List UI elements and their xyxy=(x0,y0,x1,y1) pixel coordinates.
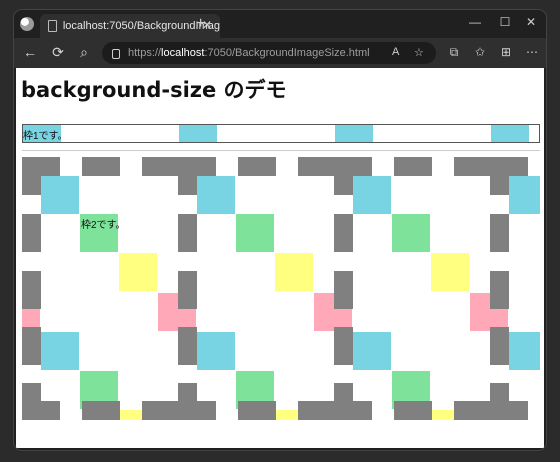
close-window-button[interactable]: ✕ xyxy=(516,15,546,29)
pattern-square xyxy=(394,401,432,420)
pattern-square xyxy=(490,401,528,420)
search-icon[interactable]: ⌕ xyxy=(74,44,94,61)
minimize-button[interactable]: — xyxy=(460,15,490,29)
pattern-square xyxy=(334,271,353,309)
address-bar[interactable]: https://localhost:7050/BackgroundImageSi… xyxy=(102,42,436,64)
browser-tab[interactable]: localhost:7050/BackgroundImag ✕ xyxy=(40,14,220,38)
lock-icon[interactable] xyxy=(112,49,120,59)
pattern-tile xyxy=(490,157,540,420)
url-path: :7050/BackgroundImageSize.html xyxy=(204,47,370,59)
pattern-square xyxy=(82,157,120,176)
pattern-square xyxy=(490,214,509,252)
pattern-square xyxy=(334,327,353,365)
pattern-square xyxy=(178,327,197,365)
pattern-square xyxy=(275,253,313,291)
page-icon xyxy=(48,20,57,32)
more-menu-icon[interactable]: ⋯ xyxy=(522,45,542,59)
pattern-square xyxy=(394,157,432,176)
pattern-square xyxy=(454,157,492,176)
pattern-square xyxy=(431,253,469,291)
pattern-square xyxy=(334,214,353,252)
pattern-square xyxy=(334,401,372,420)
split-screen-icon[interactable]: ⧉ xyxy=(444,45,464,60)
refresh-button[interactable]: ⟳ xyxy=(48,44,68,61)
new-tab-button[interactable]: + xyxy=(196,15,205,33)
browser-window: localhost:7050/BackgroundImag ✕ + — ☐ ✕ … xyxy=(14,10,546,450)
pattern-square xyxy=(178,401,216,420)
pattern-square xyxy=(334,157,353,195)
favorite-star-icon[interactable]: ☆ xyxy=(414,46,424,59)
favorites-icon[interactable]: ✩ xyxy=(470,45,490,59)
pattern-square xyxy=(142,157,180,176)
frame2-box: 枠2です。 xyxy=(22,157,540,420)
pattern-tile xyxy=(334,157,508,420)
pattern-square xyxy=(41,176,79,214)
url-prefix: https:// xyxy=(128,47,162,59)
pattern-square xyxy=(22,214,41,252)
url-host: localhost xyxy=(161,47,205,59)
pattern-square xyxy=(236,214,274,252)
pattern-tile xyxy=(22,157,196,420)
pattern-square xyxy=(197,176,235,214)
pattern-square xyxy=(238,401,276,420)
pattern-square xyxy=(490,157,509,195)
navigation-bar: ← ⟳ ⌕ https://localhost:7050/BackgroundI… xyxy=(14,38,546,68)
pattern-square xyxy=(298,157,336,176)
pattern-square xyxy=(22,327,41,365)
pattern-square xyxy=(178,157,197,195)
pattern-square xyxy=(178,271,197,309)
pattern-square xyxy=(454,401,492,420)
pattern-square xyxy=(509,332,540,370)
page-title: background-size のデモ xyxy=(21,78,287,102)
read-aloud-icon[interactable]: A xyxy=(392,46,399,58)
frame1-box: 枠1です。 xyxy=(22,124,540,143)
pattern-square xyxy=(197,332,235,370)
pattern-square xyxy=(490,271,509,309)
divider xyxy=(22,150,540,151)
pattern-square xyxy=(142,401,180,420)
pattern-square xyxy=(238,157,276,176)
url-text: https://localhost:7050/BackgroundImageSi… xyxy=(128,47,370,59)
pattern-square xyxy=(41,332,79,370)
pattern-square xyxy=(22,157,41,195)
pattern-square xyxy=(82,401,120,420)
profile-icon[interactable] xyxy=(20,17,34,31)
collections-icon[interactable]: ⊞ xyxy=(496,45,516,59)
pattern-square xyxy=(298,401,336,420)
pattern-tile xyxy=(178,157,352,420)
pattern-square xyxy=(392,214,430,252)
pattern-square xyxy=(353,332,391,370)
frame1-label: 枠1です。 xyxy=(23,131,68,142)
frame2-label: 枠2です。 xyxy=(81,220,126,231)
pattern-square xyxy=(22,401,60,420)
pattern-square xyxy=(353,176,391,214)
page-viewport: background-size のデモ 枠1です。 枠2です。 xyxy=(16,68,544,448)
tab-bar: localhost:7050/BackgroundImag ✕ + — ☐ ✕ xyxy=(14,10,546,38)
back-button[interactable]: ← xyxy=(20,44,40,60)
pattern-square xyxy=(509,176,540,214)
pattern-square xyxy=(178,214,197,252)
pattern-square xyxy=(119,253,157,291)
pattern-square xyxy=(22,271,41,309)
pattern-square xyxy=(490,327,509,365)
